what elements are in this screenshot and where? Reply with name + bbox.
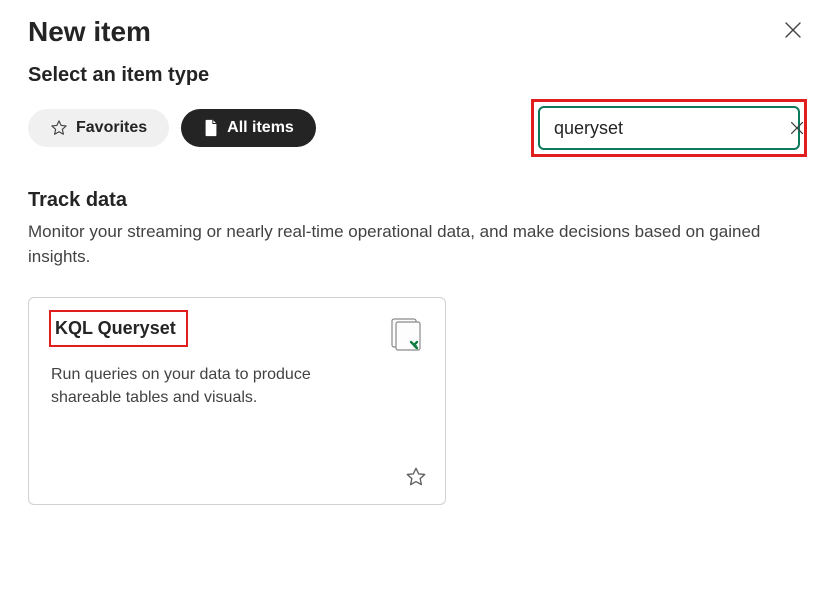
- search-field[interactable]: [538, 106, 800, 150]
- all-items-label: All items: [227, 119, 294, 137]
- queryset-icon: [387, 316, 423, 352]
- star-icon: [50, 119, 68, 137]
- close-button[interactable]: [779, 16, 807, 44]
- search-input[interactable]: [554, 118, 786, 139]
- item-card-kql-queryset[interactable]: KQL Queryset Run queries on your data to…: [28, 297, 446, 505]
- card-title: KQL Queryset: [51, 318, 176, 339]
- favorite-button[interactable]: [401, 462, 431, 492]
- favorites-label: Favorites: [76, 119, 147, 137]
- close-icon: [788, 119, 806, 137]
- card-title-highlight: KQL Queryset: [49, 310, 188, 347]
- section-description: Monitor your streaming or nearly real-ti…: [28, 220, 788, 269]
- section-title: Track data: [28, 189, 807, 212]
- star-icon: [405, 466, 427, 488]
- clear-search-button[interactable]: [786, 117, 808, 139]
- favorites-filter[interactable]: Favorites: [28, 109, 169, 147]
- page-title: New item: [28, 16, 151, 48]
- card-description: Run queries on your data to produce shar…: [51, 364, 351, 409]
- select-type-label: Select an item type: [0, 58, 835, 99]
- close-icon: [783, 20, 803, 40]
- file-icon: [203, 119, 219, 137]
- all-items-filter[interactable]: All items: [181, 109, 316, 147]
- search-highlight: [531, 99, 807, 157]
